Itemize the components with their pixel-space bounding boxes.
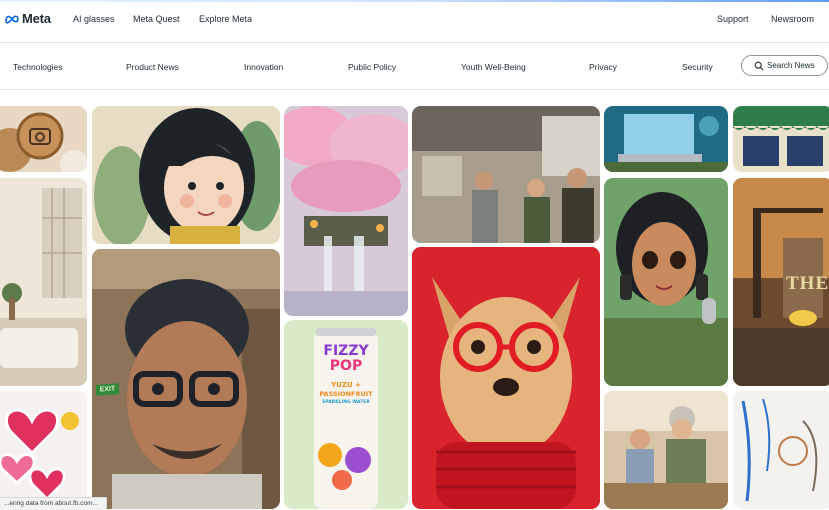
can-subtitle: SPARKLING WATER — [322, 400, 370, 405]
awning-image — [733, 106, 829, 172]
nav-newsroom[interactable]: Newsroom — [771, 14, 814, 24]
tile-cherry-blossom-waterfall[interactable] — [284, 106, 408, 316]
tile-grandmother-child-baking[interactable] — [604, 391, 728, 509]
search-icon — [754, 61, 764, 71]
tab-public-policy[interactable]: Public Policy — [348, 62, 396, 72]
tile-laptop-underwater[interactable] — [604, 106, 728, 172]
brand-name: Meta — [22, 11, 51, 26]
top-navigation: Meta AI glasses Meta Quest Explore Meta … — [0, 2, 829, 43]
tile-dog-red-glasses[interactable] — [412, 247, 600, 509]
can-brand-line1: FIZZY — [323, 343, 369, 359]
sketch-image — [733, 391, 829, 509]
clay-man-image — [92, 249, 280, 509]
meta-logo[interactable]: Meta — [4, 11, 51, 26]
tile-bedroom[interactable] — [0, 178, 87, 386]
tab-product-news[interactable]: Product News — [126, 62, 179, 72]
tab-technologies[interactable]: Technologies — [13, 62, 63, 72]
tile-group-looking-up[interactable] — [412, 106, 600, 243]
browser-status-bar: ...ering data from about.fb.com... — [0, 497, 107, 510]
tile-camera-coins[interactable] — [0, 106, 87, 172]
illustrated-woman-image — [92, 106, 280, 244]
can-flavor-line1: YUZU + — [331, 381, 361, 389]
tile-blue-sketch[interactable] — [733, 391, 829, 509]
nav-explore-meta[interactable]: Explore Meta — [199, 14, 252, 24]
tab-privacy[interactable]: Privacy — [589, 62, 617, 72]
nav-meta-quest[interactable]: Meta Quest — [133, 14, 180, 24]
tile-pixel-girl-headphones[interactable] — [604, 178, 728, 386]
camera-coin-image — [0, 106, 87, 172]
tab-youth-well-being[interactable]: Youth Well-Being — [461, 62, 526, 72]
tab-innovation[interactable]: Innovation — [244, 62, 283, 72]
tile-heart-stickers[interactable] — [0, 391, 87, 509]
baking-image — [604, 391, 728, 509]
meta-infinity-icon — [5, 15, 19, 24]
can-brand-line2: POP — [329, 358, 363, 374]
dog-glasses-image — [412, 247, 600, 509]
pixel-girl-image — [604, 178, 728, 386]
poster-title: THE — [786, 273, 829, 294]
nav-ai-glasses[interactable]: AI glasses — [73, 14, 115, 24]
image-mosaic: EXIT FIZZY POP YUZU + PASSIONFRUIT SPARK… — [0, 90, 829, 509]
nav-support[interactable]: Support — [717, 14, 749, 24]
tab-security[interactable]: Security — [682, 62, 713, 72]
heart-stickers-image — [0, 391, 87, 509]
search-news-label: Search News — [767, 61, 815, 70]
newsroom-category-nav: Technologies Product News Innovation Pub… — [0, 43, 829, 90]
exit-sign: EXIT — [95, 383, 120, 396]
bedroom-image — [0, 178, 87, 386]
laptop-image — [604, 106, 728, 172]
tile-shop-awning[interactable] — [733, 106, 829, 172]
cherry-blossom-image — [284, 106, 408, 316]
tile-illustrated-woman[interactable] — [92, 106, 280, 244]
search-news-button[interactable]: Search News — [741, 55, 828, 76]
can-flavor-line2: PASSIONFRUIT — [319, 390, 373, 398]
tile-clay-man-portrait[interactable] — [92, 249, 280, 509]
group-photo-image — [412, 106, 600, 243]
